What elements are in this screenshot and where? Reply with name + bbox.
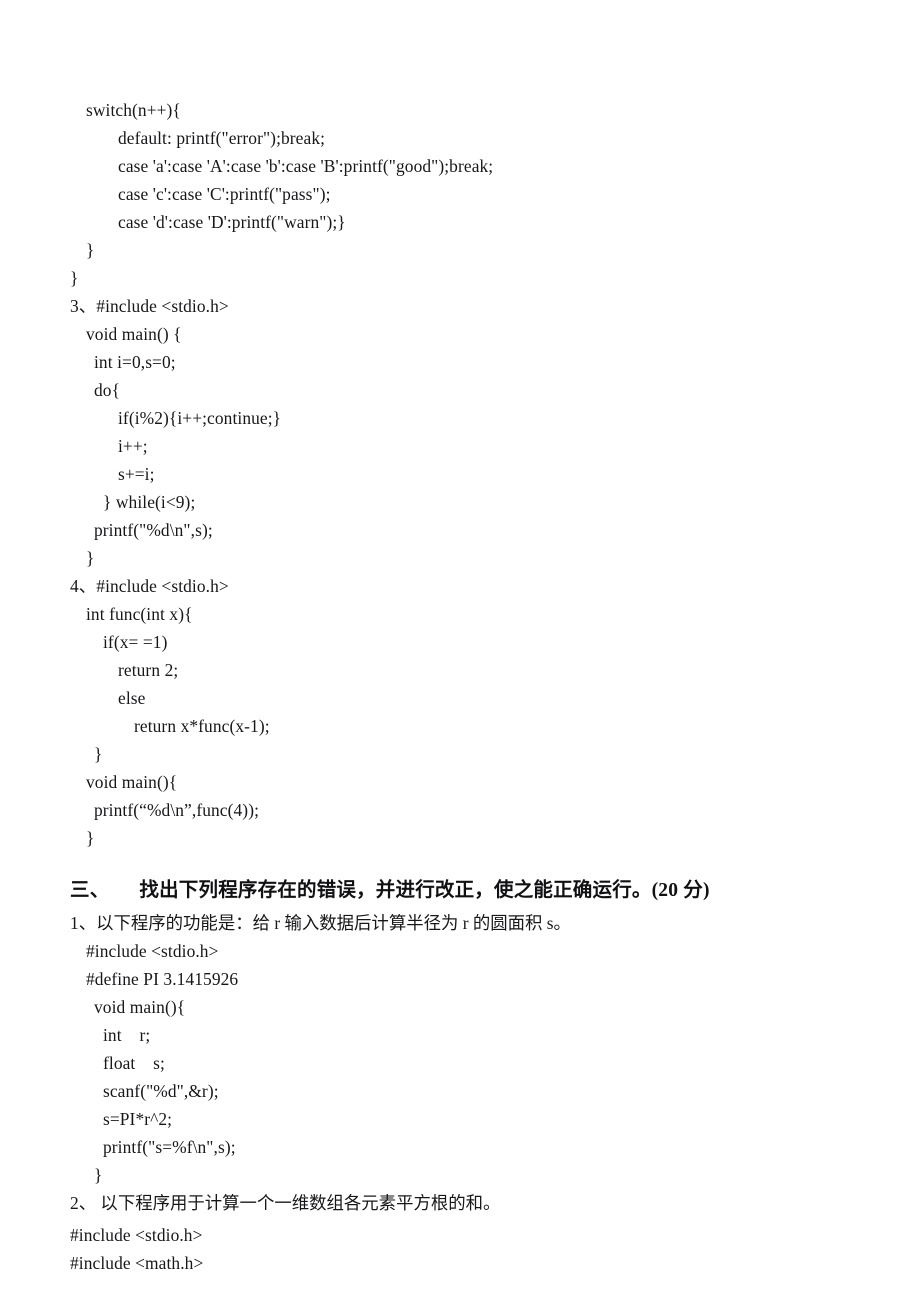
code-line: s=PI*r^2; [103, 1109, 173, 1129]
code-line: int func(int x){ [86, 604, 193, 624]
code-line: s+=i; [118, 464, 155, 484]
code-line-number: 4、#include <stdio.h> [70, 576, 229, 596]
code-line: #include <stdio.h> [86, 941, 219, 961]
code-line: printf("s=%f\n",s); [103, 1137, 236, 1157]
code-line: int r; [103, 1025, 151, 1045]
code-line: void main() { [86, 324, 182, 344]
code-line: void main(){ [94, 997, 186, 1017]
section-score: (20 分) [651, 880, 710, 901]
code-line: } [70, 268, 79, 288]
code-line: } [86, 548, 95, 568]
code-line: return 2; [118, 660, 179, 680]
code-line: default: printf("error");break; [118, 128, 326, 148]
code-block-question-1: #include <stdio.h> #define PI 3.1415926 … [70, 937, 860, 1189]
code-line: case 'a':case 'A':case 'b':case 'B':prin… [118, 156, 494, 176]
code-block-question-2: #include <stdio.h> #include <math.h> [70, 1221, 860, 1277]
code-line-number: 3、#include <stdio.h> [70, 296, 229, 316]
code-line: } [94, 744, 103, 764]
code-line: } [86, 240, 95, 260]
code-line: i++; [118, 436, 148, 456]
question-1-prompt: 1、以下程序的功能是：给 r 输入数据后计算半径为 r 的圆面积 s。 [70, 913, 571, 933]
code-line: do{ [94, 380, 121, 400]
code-line: if(x= =1) [103, 632, 168, 652]
code-line: else [118, 688, 146, 708]
code-line: #include <stdio.h> [70, 1225, 203, 1245]
code-line: printf(“%d\n”,func(4)); [94, 800, 260, 820]
code-line: #define PI 3.1415926 [86, 969, 239, 989]
code-block-program-4: 4、#include <stdio.h> int func(int x){ if… [70, 572, 860, 852]
code-line: #include <math.h> [70, 1253, 204, 1273]
section-title: 找出下列程序存在的错误，并进行改正，使之能正确运行。 [139, 880, 652, 901]
section-heading-three: 三、 找出下列程序存在的错误，并进行改正，使之能正确运行。(20 分) [70, 876, 860, 906]
code-line: case 'd':case 'D':printf("warn");} [118, 212, 346, 232]
code-block-program-3: 3、#include <stdio.h> void main() { int i… [70, 292, 860, 572]
code-line: int i=0,s=0; [94, 352, 176, 372]
code-block-program-2-tail: switch(n++){ default: printf("error");br… [70, 96, 860, 292]
question-2-prompt: 2、 以下程序用于计算一个一维数组各元素平方根的和。 [70, 1193, 501, 1213]
code-line: printf("%d\n",s); [94, 520, 213, 540]
code-line: if(i%2){i++;continue;} [118, 408, 282, 428]
code-line: switch(n++){ [86, 100, 181, 120]
code-line: } [86, 828, 95, 848]
code-line: return x*func(x-1); [134, 716, 270, 736]
code-line: } while(i<9); [103, 492, 196, 512]
code-line: case 'c':case 'C':printf("pass"); [118, 184, 331, 204]
code-line: float s; [103, 1053, 165, 1073]
document-page: switch(n++){ default: printf("error");br… [0, 0, 920, 1300]
section-marker: 三、 [70, 880, 110, 901]
code-line: void main(){ [86, 772, 178, 792]
code-line: scanf("%d",&r); [103, 1081, 219, 1101]
code-line: } [94, 1165, 103, 1185]
document-content: switch(n++){ default: printf("error");br… [70, 96, 860, 1277]
